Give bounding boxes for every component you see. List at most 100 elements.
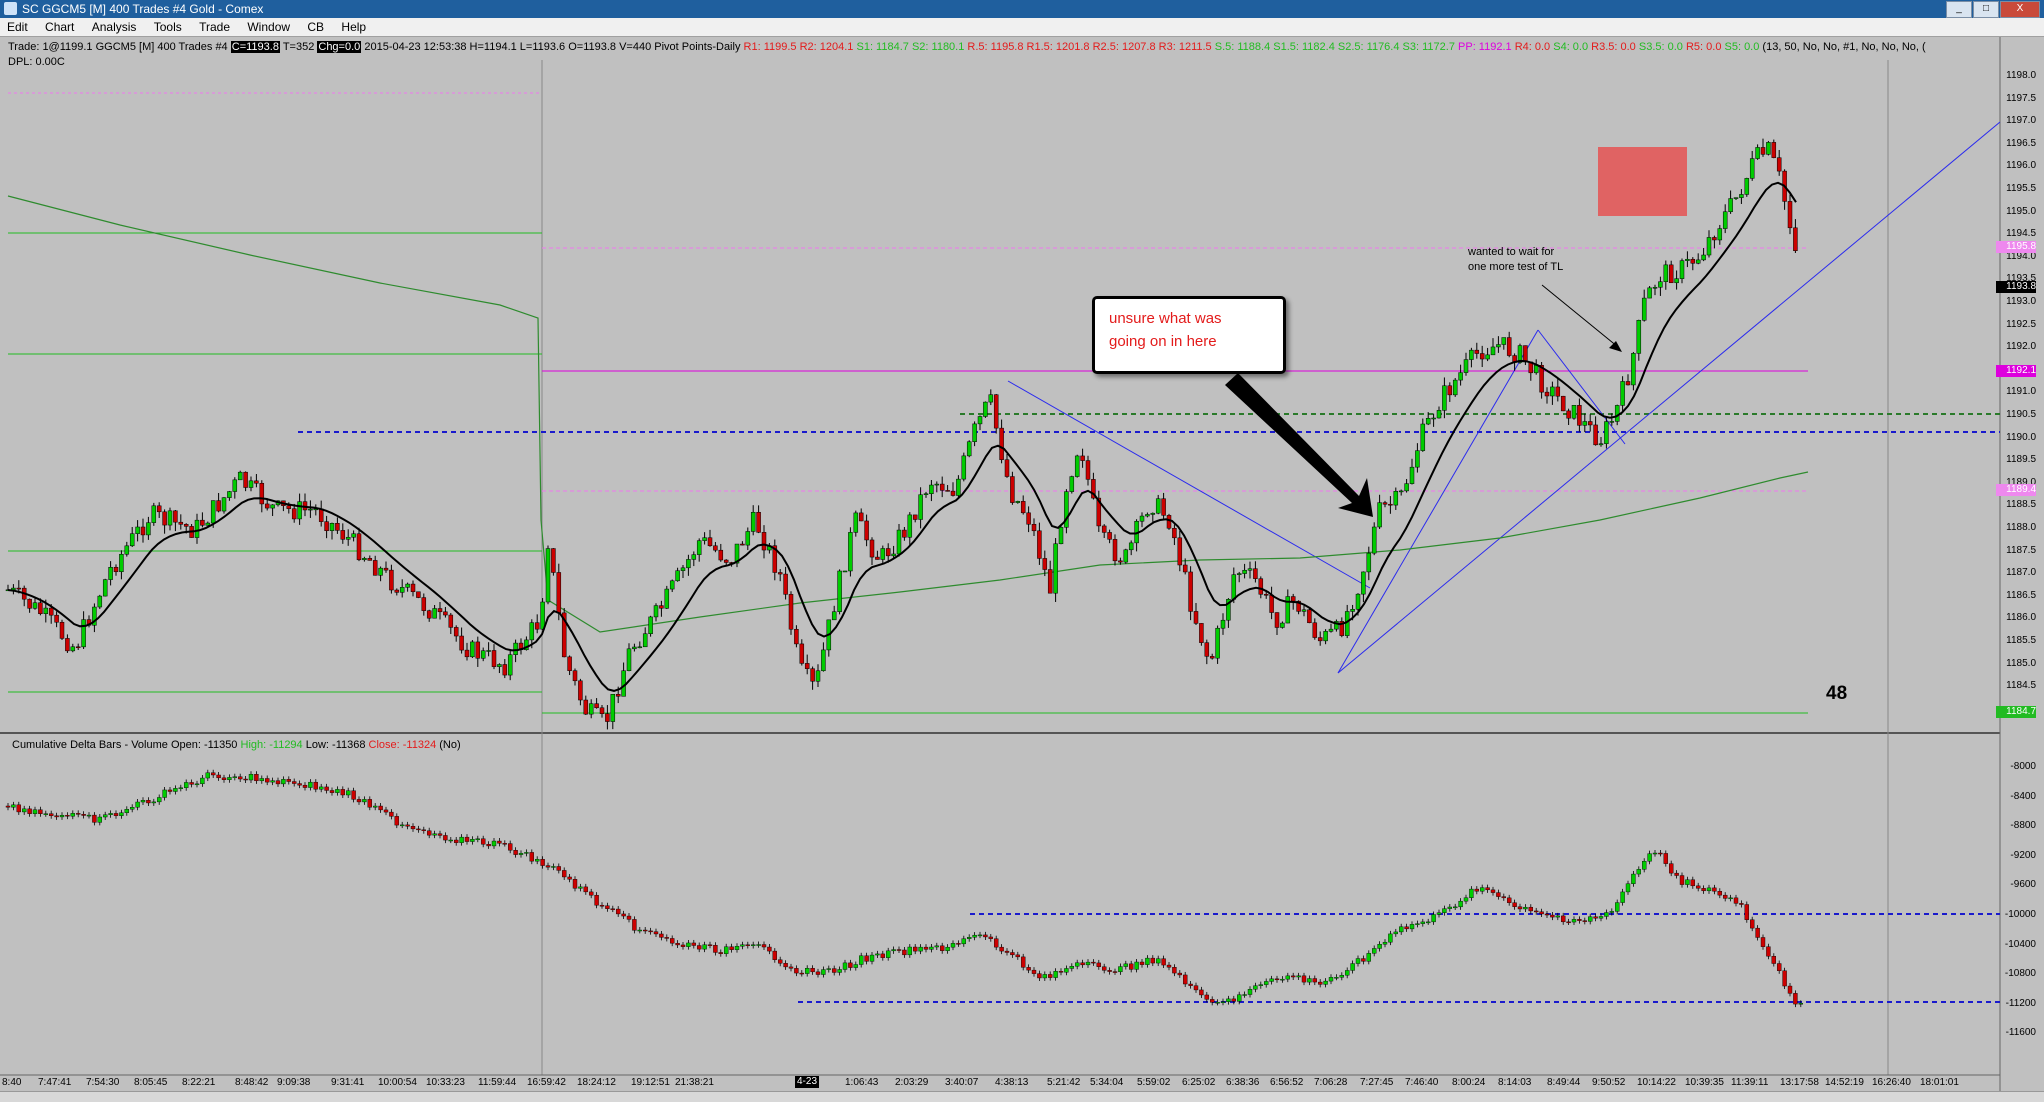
candle-body[interactable] — [950, 490, 956, 496]
delta-bar[interactable] — [599, 905, 605, 907]
delta-bar[interactable] — [11, 804, 16, 808]
delta-bar[interactable] — [1501, 896, 1507, 899]
candle-body[interactable] — [907, 514, 913, 538]
candle-body[interactable] — [680, 567, 686, 571]
delta-bar[interactable] — [1766, 946, 1771, 957]
delta-bar[interactable] — [1263, 981, 1269, 985]
delta-bar[interactable] — [783, 963, 788, 968]
candle-body[interactable] — [248, 480, 254, 488]
candle-body[interactable] — [956, 478, 961, 496]
candle-body[interactable] — [988, 394, 994, 403]
candle-body[interactable] — [745, 531, 751, 546]
delta-bar[interactable] — [1328, 977, 1334, 982]
delta-bar[interactable] — [405, 824, 410, 827]
candle-body[interactable] — [1469, 349, 1474, 360]
candle-body[interactable] — [534, 622, 540, 630]
delta-bar[interactable] — [1512, 902, 1517, 907]
candle-body[interactable] — [1317, 637, 1323, 642]
delta-bar[interactable] — [1188, 983, 1193, 986]
candle-body[interactable] — [1415, 450, 1420, 468]
delta-bar[interactable] — [977, 934, 983, 937]
candle-body[interactable] — [410, 583, 416, 593]
delta-bar[interactable] — [913, 946, 918, 952]
delta-bar[interactable] — [1614, 902, 1620, 912]
delta-bar[interactable] — [918, 946, 923, 952]
note-text[interactable]: wanted to wait for one more test of TL — [1468, 245, 1563, 275]
candle-body[interactable] — [362, 558, 367, 561]
candle-body[interactable] — [1577, 405, 1582, 426]
delta-bar[interactable] — [248, 774, 254, 781]
delta-bar[interactable] — [113, 813, 119, 816]
delta-bar[interactable] — [329, 790, 335, 793]
candle-body[interactable] — [183, 524, 189, 527]
delta-bar[interactable] — [1053, 971, 1058, 978]
candle-body[interactable] — [632, 646, 637, 650]
delta-bar[interactable] — [880, 953, 885, 958]
candle-body[interactable] — [394, 589, 400, 593]
candle-body[interactable] — [443, 611, 448, 616]
candle-body[interactable] — [1755, 147, 1760, 159]
candle-body[interactable] — [1209, 656, 1215, 659]
candle-body[interactable] — [572, 670, 578, 682]
candle-body[interactable] — [1080, 455, 1085, 461]
candle-body[interactable] — [140, 526, 146, 536]
candle-body[interactable] — [335, 523, 340, 531]
delta-bar[interactable] — [983, 934, 988, 938]
delta-bar[interactable] — [448, 839, 453, 842]
candle-body[interactable] — [221, 497, 227, 512]
delta-bar[interactable] — [156, 797, 162, 803]
delta-bar[interactable] — [1566, 921, 1571, 924]
candle-body[interactable] — [1204, 642, 1210, 657]
delta-bar[interactable] — [740, 944, 745, 947]
delta-bar[interactable] — [778, 959, 783, 964]
delta-bar[interactable] — [1496, 892, 1501, 897]
candle-body[interactable] — [1555, 386, 1561, 397]
delta-bar[interactable] — [1641, 861, 1647, 870]
delta-bar[interactable] — [1571, 919, 1577, 923]
candle-body[interactable] — [1301, 609, 1307, 612]
candle-body[interactable] — [146, 522, 151, 536]
candle-body[interactable] — [437, 608, 443, 613]
candle-body[interactable] — [999, 427, 1004, 460]
delta-bar[interactable] — [988, 936, 993, 939]
delta-bar[interactable] — [237, 776, 243, 780]
delta-bar[interactable] — [1463, 897, 1469, 902]
delta-bar[interactable] — [54, 815, 59, 818]
delta-bar[interactable] — [1749, 919, 1755, 929]
candle-body[interactable] — [1155, 498, 1161, 514]
delta-bar[interactable] — [227, 777, 232, 780]
candle-body[interactable] — [200, 519, 205, 526]
candle-body[interactable] — [308, 508, 313, 511]
candle-body[interactable] — [1145, 514, 1150, 517]
candle-body[interactable] — [864, 520, 869, 541]
delta-bar[interactable] — [594, 894, 599, 906]
delta-bar[interactable] — [967, 937, 972, 939]
delta-bar[interactable] — [1296, 975, 1301, 978]
delta-bar[interactable] — [999, 946, 1004, 952]
delta-bar[interactable] — [680, 944, 686, 947]
candle-body[interactable] — [1020, 501, 1026, 514]
delta-bar[interactable] — [761, 944, 767, 948]
candle-body[interactable] — [491, 650, 497, 667]
candle-body[interactable] — [448, 614, 454, 628]
candle-body[interactable] — [27, 598, 32, 609]
candle-body[interactable] — [1431, 417, 1436, 420]
delta-bar[interactable] — [1593, 916, 1598, 919]
delta-bar[interactable] — [1647, 853, 1652, 862]
delta-bar[interactable] — [1728, 897, 1733, 900]
candle-body[interactable] — [1609, 421, 1615, 423]
delta-bar[interactable] — [1604, 912, 1609, 917]
candle-body[interactable] — [777, 572, 783, 575]
delta-bar[interactable] — [205, 772, 211, 779]
delta-bar[interactable] — [869, 954, 875, 962]
candle-body[interactable] — [162, 511, 167, 526]
delta-bar[interactable] — [637, 929, 642, 932]
candle-body[interactable] — [750, 511, 756, 532]
candle-body[interactable] — [1560, 395, 1566, 412]
delta-bar[interactable] — [1523, 906, 1528, 910]
candle-body[interactable] — [1312, 622, 1318, 638]
delta-bar[interactable] — [1539, 911, 1544, 915]
candle-body[interactable] — [1722, 211, 1728, 229]
candle-body[interactable] — [1236, 573, 1242, 575]
candle-body[interactable] — [686, 559, 691, 569]
